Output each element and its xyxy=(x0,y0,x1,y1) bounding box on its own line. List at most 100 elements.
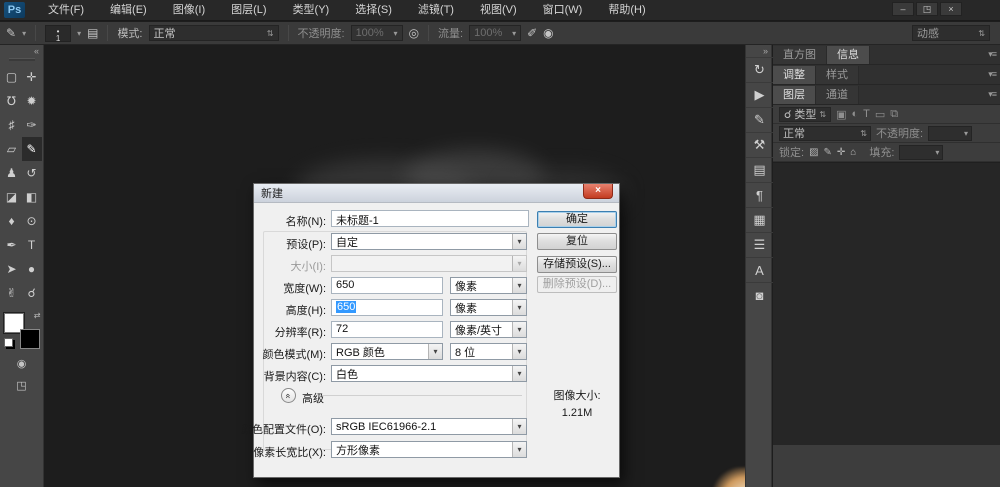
close-button[interactable]: × xyxy=(940,2,962,16)
move-tool[interactable]: ✛ xyxy=(22,65,42,89)
shape-tool[interactable]: ● xyxy=(22,257,42,281)
menu-type[interactable]: 类型(Y) xyxy=(280,0,343,21)
restore-button[interactable]: ◳ xyxy=(916,2,938,16)
blur-tool[interactable]: ♦ xyxy=(2,209,22,233)
expand-panels-icon[interactable]: » xyxy=(746,45,771,57)
airbrush-icon[interactable]: ✐ xyxy=(527,26,537,40)
layer-blend-mode-dropdown[interactable]: 正常 ⇅ xyxy=(779,125,871,141)
menu-file[interactable]: 文件(F) xyxy=(35,0,97,21)
rect-marquee-tool[interactable]: ▢ xyxy=(2,65,22,89)
collapse-panel-icon[interactable]: « xyxy=(0,45,43,57)
tablet-pressure-size-icon[interactable]: ◉ xyxy=(543,26,553,40)
menu-select[interactable]: 选择(S) xyxy=(342,0,405,21)
name-input[interactable]: 未标题-1 xyxy=(331,210,529,227)
actions-panel-icon[interactable]: ▶ xyxy=(746,82,773,107)
ok-button[interactable]: 确定 xyxy=(537,211,617,228)
layer-fill-dropdown[interactable]: ▾ xyxy=(899,144,944,160)
screen-mode-button[interactable]: ◳ xyxy=(13,379,31,393)
tab-info[interactable]: 信息 xyxy=(827,46,870,64)
menu-view[interactable]: 视图(V) xyxy=(467,0,530,21)
dialog-titlebar[interactable]: 新建 xyxy=(254,184,619,203)
reset-button[interactable]: 复位 xyxy=(537,233,617,250)
filter-shape-layers-icon[interactable]: ▭ xyxy=(875,108,885,121)
filter-type-layers-icon[interactable]: T xyxy=(863,108,870,120)
hand-tool[interactable]: ✌ xyxy=(2,281,22,305)
healing-brush-tool[interactable]: ▱ xyxy=(2,137,22,161)
workspace-dropdown[interactable]: 动感 ⇅ xyxy=(912,25,990,41)
dodge-tool[interactable]: ⊙ xyxy=(22,209,42,233)
dialog-close-button[interactable]: × xyxy=(583,184,613,199)
brush-size-preview[interactable]: • 1 xyxy=(45,24,72,42)
preset-dropdown[interactable]: 自定 ▾ xyxy=(331,233,527,250)
gradient-tool[interactable]: ◧ xyxy=(22,185,42,209)
menu-window[interactable]: 窗口(W) xyxy=(530,0,596,21)
lock-position-icon[interactable]: ✛ xyxy=(837,147,845,158)
clone-source-panel-icon[interactable]: ⚒ xyxy=(746,132,773,157)
filter-adjustment-layers-icon[interactable]: ◐ xyxy=(852,108,859,120)
opacity-dropdown[interactable]: 100% ▾ xyxy=(350,25,403,41)
type-tool[interactable]: T xyxy=(22,233,42,257)
tool-preset-icon[interactable]: ✎ xyxy=(6,26,16,40)
default-colors-icon[interactable] xyxy=(3,338,13,347)
resolution-unit-dropdown[interactable]: 像素/英寸 ▾ xyxy=(450,321,527,338)
zoom-tool[interactable]: ☌ xyxy=(22,281,42,305)
tab-layers[interactable]: 图层 xyxy=(773,86,816,104)
brush-tool[interactable]: ✎ xyxy=(21,137,42,161)
layer-comps-panel-icon[interactable]: ▤ xyxy=(746,157,773,182)
menu-image[interactable]: 图像(I) xyxy=(160,0,218,21)
eraser-tool[interactable]: ◪ xyxy=(2,185,22,209)
panel-menu-icon[interactable]: ▾≡ xyxy=(988,89,997,100)
layers-list[interactable] xyxy=(773,162,1000,445)
panel-grip[interactable] xyxy=(8,58,35,61)
background-contents-dropdown[interactable]: 白色 ▾ xyxy=(331,365,527,382)
width-input[interactable]: 650 xyxy=(331,277,443,294)
tab-histogram[interactable]: 直方图 xyxy=(773,46,827,64)
blend-mode-dropdown[interactable]: 正常 ⇅ xyxy=(148,25,279,41)
color-mode-dropdown[interactable]: RGB 颜色 ▾ xyxy=(331,343,443,360)
tablet-pressure-opacity-icon[interactable]: ◎ xyxy=(409,26,419,40)
advanced-expander-button[interactable]: « xyxy=(281,388,296,403)
background-color-swatch[interactable] xyxy=(19,329,40,349)
filter-pixel-layers-icon[interactable]: ▣ xyxy=(836,108,846,121)
panel-menu-icon[interactable]: ▾≡ xyxy=(988,69,997,80)
lock-all-icon[interactable]: ⌂ xyxy=(850,147,856,158)
properties-panel-icon[interactable]: ☰ xyxy=(746,232,773,257)
swatches-panel-icon[interactable]: ▦ xyxy=(746,207,773,232)
menu-help[interactable]: 帮助(H) xyxy=(595,0,658,21)
layer-filter-type-dropdown[interactable]: ☌ 类型 ⇅ xyxy=(779,106,832,122)
tab-adjustments[interactable]: 调整 xyxy=(773,66,816,84)
height-unit-dropdown[interactable]: 像素 ▾ xyxy=(450,299,527,316)
clone-stamp-tool[interactable]: ♟ xyxy=(2,161,22,185)
layer-opacity-dropdown[interactable]: ▾ xyxy=(928,125,973,141)
quick-mask-button[interactable]: ◉ xyxy=(13,357,31,371)
history-brush-tool[interactable]: ↺ xyxy=(22,161,42,185)
menu-edit[interactable]: 编辑(E) xyxy=(97,0,160,21)
width-unit-dropdown[interactable]: 像素 ▾ xyxy=(450,277,527,294)
lasso-tool[interactable]: ℧ xyxy=(2,89,22,113)
tab-channels[interactable]: 通道 xyxy=(816,86,859,104)
eyedropper-tool[interactable]: ✑ xyxy=(22,113,42,137)
resolution-input[interactable]: 72 xyxy=(331,321,443,338)
menu-filter[interactable]: 滤镜(T) xyxy=(405,0,467,21)
magic-wand-tool[interactable]: ✹ xyxy=(22,89,42,113)
pen-tool[interactable]: ✒ xyxy=(2,233,22,257)
history-panel-icon[interactable]: ↻ xyxy=(746,57,773,82)
brush-picker-caret-icon[interactable]: ▾ xyxy=(77,29,81,38)
character-panel-icon[interactable]: A xyxy=(746,257,773,282)
flow-dropdown[interactable]: 100% ▾ xyxy=(469,25,522,41)
tab-styles[interactable]: 样式 xyxy=(816,66,859,84)
toggle-brush-panel-icon[interactable]: ▤ xyxy=(87,26,98,40)
path-select-tool[interactable]: ➤ xyxy=(2,257,22,281)
swap-colors-icon[interactable]: ⇄ xyxy=(34,311,41,320)
menu-layer[interactable]: 图层(L) xyxy=(218,0,279,21)
timeline-panel-icon[interactable]: ◙ xyxy=(746,282,773,307)
filter-smart-objects-icon[interactable]: ⧉ xyxy=(890,108,898,121)
crop-tool[interactable]: ♯ xyxy=(2,113,22,137)
brush-presets-panel-icon[interactable]: ✎ xyxy=(746,107,773,132)
minimize-button[interactable]: – xyxy=(892,2,914,16)
tool-preset-caret-icon[interactable]: ▾ xyxy=(22,29,26,38)
lock-pixels-icon[interactable]: ✎ xyxy=(824,147,832,158)
paragraph-panel-icon[interactable]: ¶ xyxy=(746,182,773,207)
height-input[interactable]: 650 xyxy=(331,299,443,316)
pixel-aspect-dropdown[interactable]: 方形像素 ▾ xyxy=(331,441,527,458)
